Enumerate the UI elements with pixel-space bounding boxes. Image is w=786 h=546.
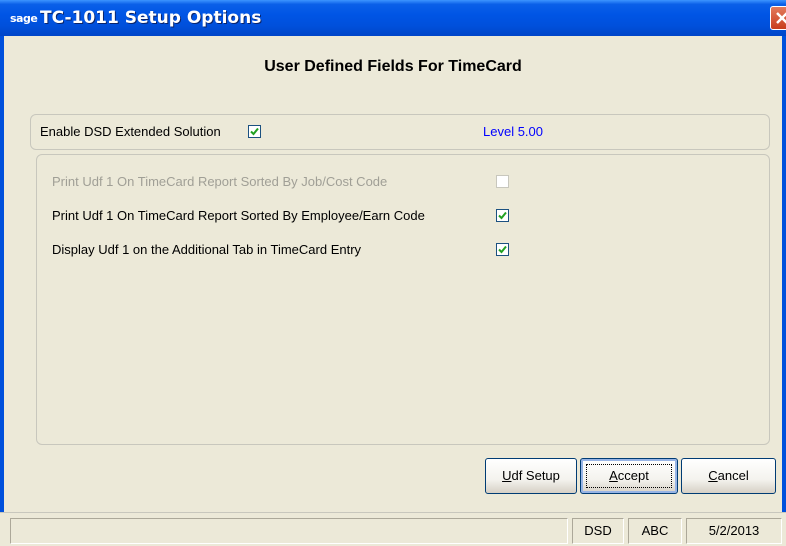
check-icon (498, 245, 507, 254)
option-employee-earn-label: Print Udf 1 On TimeCard Report Sorted By… (52, 208, 425, 223)
focus-rect (586, 464, 672, 488)
window-title: TC-1011 Setup Options (40, 8, 262, 28)
level-label: Level 5.00 (483, 124, 543, 139)
option-additional-tab-label: Display Udf 1 on the Additional Tab in T… (52, 242, 362, 257)
dialog-heading: User Defined Fields For TimeCard (264, 58, 522, 75)
option-job-cost-label: Print Udf 1 On TimeCard Report Sorted By… (52, 174, 388, 189)
status-date: 5/2/2013 (686, 518, 782, 544)
status-bar: DSD ABC 5/2/2013 (0, 512, 786, 546)
cancel-accel: C (708, 468, 718, 483)
title-bar[interactable]: sage TC-1011 Setup Options (0, 0, 786, 36)
status-company-code: ABC (628, 518, 682, 544)
enable-dsd-label: Enable DSD Extended Solution (40, 124, 221, 139)
option-employee-earn-checkbox[interactable] (496, 209, 509, 222)
status-company-group: DSD (572, 518, 624, 544)
options-group-box (36, 154, 770, 445)
udf-setup-button[interactable]: Udf Setup (485, 458, 577, 494)
accept-button[interactable]: Accept (580, 458, 678, 494)
option-job-cost-checkbox[interactable] (496, 175, 509, 188)
cancel-label: ancel (717, 468, 749, 483)
sage-logo: sage (10, 12, 38, 25)
check-icon (498, 211, 507, 220)
close-button[interactable] (770, 6, 786, 30)
status-message (10, 518, 568, 544)
enable-dsd-checkbox[interactable] (248, 125, 261, 138)
setup-options-window: sage TC-1011 Setup Options User Defined … (0, 0, 786, 546)
check-icon (250, 127, 259, 136)
cancel-button[interactable]: Cancel (681, 458, 776, 494)
udf-setup-label: df Setup (511, 468, 560, 483)
option-additional-tab-checkbox[interactable] (496, 243, 509, 256)
close-icon (776, 12, 786, 24)
